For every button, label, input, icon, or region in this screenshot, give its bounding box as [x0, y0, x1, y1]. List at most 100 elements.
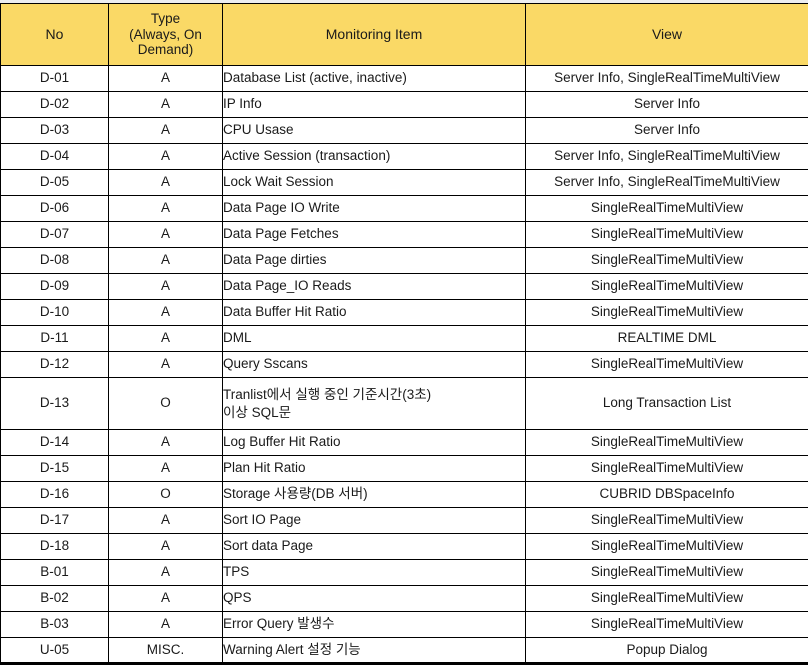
table-row: D-16OStorage 사용량(DB 서버)CUBRID DBSpaceInf… — [1, 482, 808, 508]
cell-no: D-17 — [1, 508, 109, 534]
cell-monitoring-item: Data Buffer Hit Ratio — [223, 300, 526, 326]
cell-view: SingleRealTimeMultiView — [526, 586, 808, 612]
cell-view: Popup Dialog — [526, 638, 808, 664]
cell-no: D-09 — [1, 274, 109, 300]
cell-no: D-15 — [1, 456, 109, 482]
cell-monitoring-item: Sort IO Page — [223, 508, 526, 534]
cell-monitoring-item: Query Sscans — [223, 352, 526, 378]
column-header-no: No — [1, 4, 109, 66]
cell-monitoring-item: Data Page Fetches — [223, 222, 526, 248]
cell-view: Server Info, SingleRealTimeMultiView — [526, 66, 808, 92]
cell-type: A — [109, 248, 223, 274]
table-row: D-12AQuery SscansSingleRealTimeMultiView — [1, 352, 808, 378]
cell-monitoring-item: Plan Hit Ratio — [223, 456, 526, 482]
table-header: No Type (Always, On Demand) Monitoring I… — [1, 4, 808, 66]
column-header-type-line3: Demand) — [138, 42, 194, 57]
monitoring-spec-table-container: No Type (Always, On Demand) Monitoring I… — [0, 3, 808, 665]
cell-monitoring-item: Active Session (transaction) — [223, 144, 526, 170]
cell-no: D-11 — [1, 326, 109, 352]
cell-monitoring-item: Tranlist에서 실행 중인 기준시간(3초) 이상 SQL문 — [223, 378, 526, 430]
cell-no: B-03 — [1, 612, 109, 638]
cell-monitoring-item: Warning Alert 설정 기능 — [223, 638, 526, 664]
table-row: D-04AActive Session (transaction)Server … — [1, 144, 808, 170]
table-row: D-02AIP InfoServer Info — [1, 92, 808, 118]
cell-type: A — [109, 456, 223, 482]
cell-view: SingleRealTimeMultiView — [526, 508, 808, 534]
cell-type: MISC. — [109, 638, 223, 664]
table-header-row: No Type (Always, On Demand) Monitoring I… — [1, 4, 808, 66]
cell-type: A — [109, 92, 223, 118]
table-row: D-03ACPU UsaseServer Info — [1, 118, 808, 144]
table-row: D-18ASort data PageSingleRealTimeMultiVi… — [1, 534, 808, 560]
cell-no: D-14 — [1, 430, 109, 456]
cell-type: A — [109, 274, 223, 300]
column-header-type-line2: (Always, On — [129, 27, 202, 42]
cell-monitoring-item: Storage 사용량(DB 서버) — [223, 482, 526, 508]
cell-monitoring-item: Data Page dirties — [223, 248, 526, 274]
cell-type: A — [109, 560, 223, 586]
table-row: D-05ALock Wait SessionServer Info, Singl… — [1, 170, 808, 196]
table-row: D-15APlan Hit RatioSingleRealTimeMultiVi… — [1, 456, 808, 482]
cell-monitoring-item: Error Query 발생수 — [223, 612, 526, 638]
cell-view: SingleRealTimeMultiView — [526, 612, 808, 638]
table-row: D-01ADatabase List (active, inactive)Ser… — [1, 66, 808, 92]
cell-type: A — [109, 66, 223, 92]
table-row: D-17ASort IO PageSingleRealTimeMultiView — [1, 508, 808, 534]
monitoring-spec-table: No Type (Always, On Demand) Monitoring I… — [0, 3, 808, 665]
cell-no: D-07 — [1, 222, 109, 248]
cell-type: A — [109, 300, 223, 326]
cell-type: A — [109, 586, 223, 612]
cell-monitoring-item: CPU Usase — [223, 118, 526, 144]
cell-view: SingleRealTimeMultiView — [526, 534, 808, 560]
cell-view: SingleRealTimeMultiView — [526, 274, 808, 300]
table-row: D-13OTranlist에서 실행 중인 기준시간(3초) 이상 SQL문Lo… — [1, 378, 808, 430]
cell-view: Server Info, SingleRealTimeMultiView — [526, 144, 808, 170]
table-row: D-14ALog Buffer Hit RatioSingleRealTimeM… — [1, 430, 808, 456]
table-row: D-08AData Page dirtiesSingleRealTimeMult… — [1, 248, 808, 274]
table-row: D-06AData Page IO WriteSingleRealTimeMul… — [1, 196, 808, 222]
cell-view: SingleRealTimeMultiView — [526, 248, 808, 274]
cell-view: Server Info — [526, 118, 808, 144]
cell-view: Server Info, SingleRealTimeMultiView — [526, 170, 808, 196]
cell-monitoring-item: TPS — [223, 560, 526, 586]
cell-type: O — [109, 378, 223, 430]
cell-view: SingleRealTimeMultiView — [526, 300, 808, 326]
table-row: D-09AData Page_IO ReadsSingleRealTimeMul… — [1, 274, 808, 300]
cell-no: D-05 — [1, 170, 109, 196]
cell-no: D-01 — [1, 66, 109, 92]
cell-no: D-02 — [1, 92, 109, 118]
cell-type: A — [109, 352, 223, 378]
table-row: U-05MISC.Warning Alert 설정 기능Popup Dialog — [1, 638, 808, 664]
cell-type: A — [109, 326, 223, 352]
cell-view: SingleRealTimeMultiView — [526, 430, 808, 456]
cell-no: D-03 — [1, 118, 109, 144]
cell-no: D-04 — [1, 144, 109, 170]
cell-no: D-10 — [1, 300, 109, 326]
cell-monitoring-item: Lock Wait Session — [223, 170, 526, 196]
cell-type: A — [109, 612, 223, 638]
cell-type: A — [109, 196, 223, 222]
cell-no: D-06 — [1, 196, 109, 222]
cell-no: D-12 — [1, 352, 109, 378]
cell-no: D-08 — [1, 248, 109, 274]
column-header-type: Type (Always, On Demand) — [109, 4, 223, 66]
cell-view: SingleRealTimeMultiView — [526, 456, 808, 482]
table-body: D-01ADatabase List (active, inactive)Ser… — [1, 66, 808, 664]
table-row: D-07AData Page FetchesSingleRealTimeMult… — [1, 222, 808, 248]
cell-monitoring-item: DML — [223, 326, 526, 352]
cell-monitoring-item: QPS — [223, 586, 526, 612]
cell-no: U-05 — [1, 638, 109, 664]
cell-monitoring-item: Log Buffer Hit Ratio — [223, 430, 526, 456]
cell-monitoring-item: Database List (active, inactive) — [223, 66, 526, 92]
cell-type: A — [109, 222, 223, 248]
cell-type: A — [109, 144, 223, 170]
cell-no: B-01 — [1, 560, 109, 586]
cell-monitoring-item: Data Page IO Write — [223, 196, 526, 222]
column-header-view: View — [526, 4, 808, 66]
cell-type: O — [109, 482, 223, 508]
cell-view: SingleRealTimeMultiView — [526, 196, 808, 222]
cell-type: A — [109, 430, 223, 456]
cell-view: Server Info — [526, 92, 808, 118]
cell-no: D-13 — [1, 378, 109, 430]
cell-no: B-02 — [1, 586, 109, 612]
